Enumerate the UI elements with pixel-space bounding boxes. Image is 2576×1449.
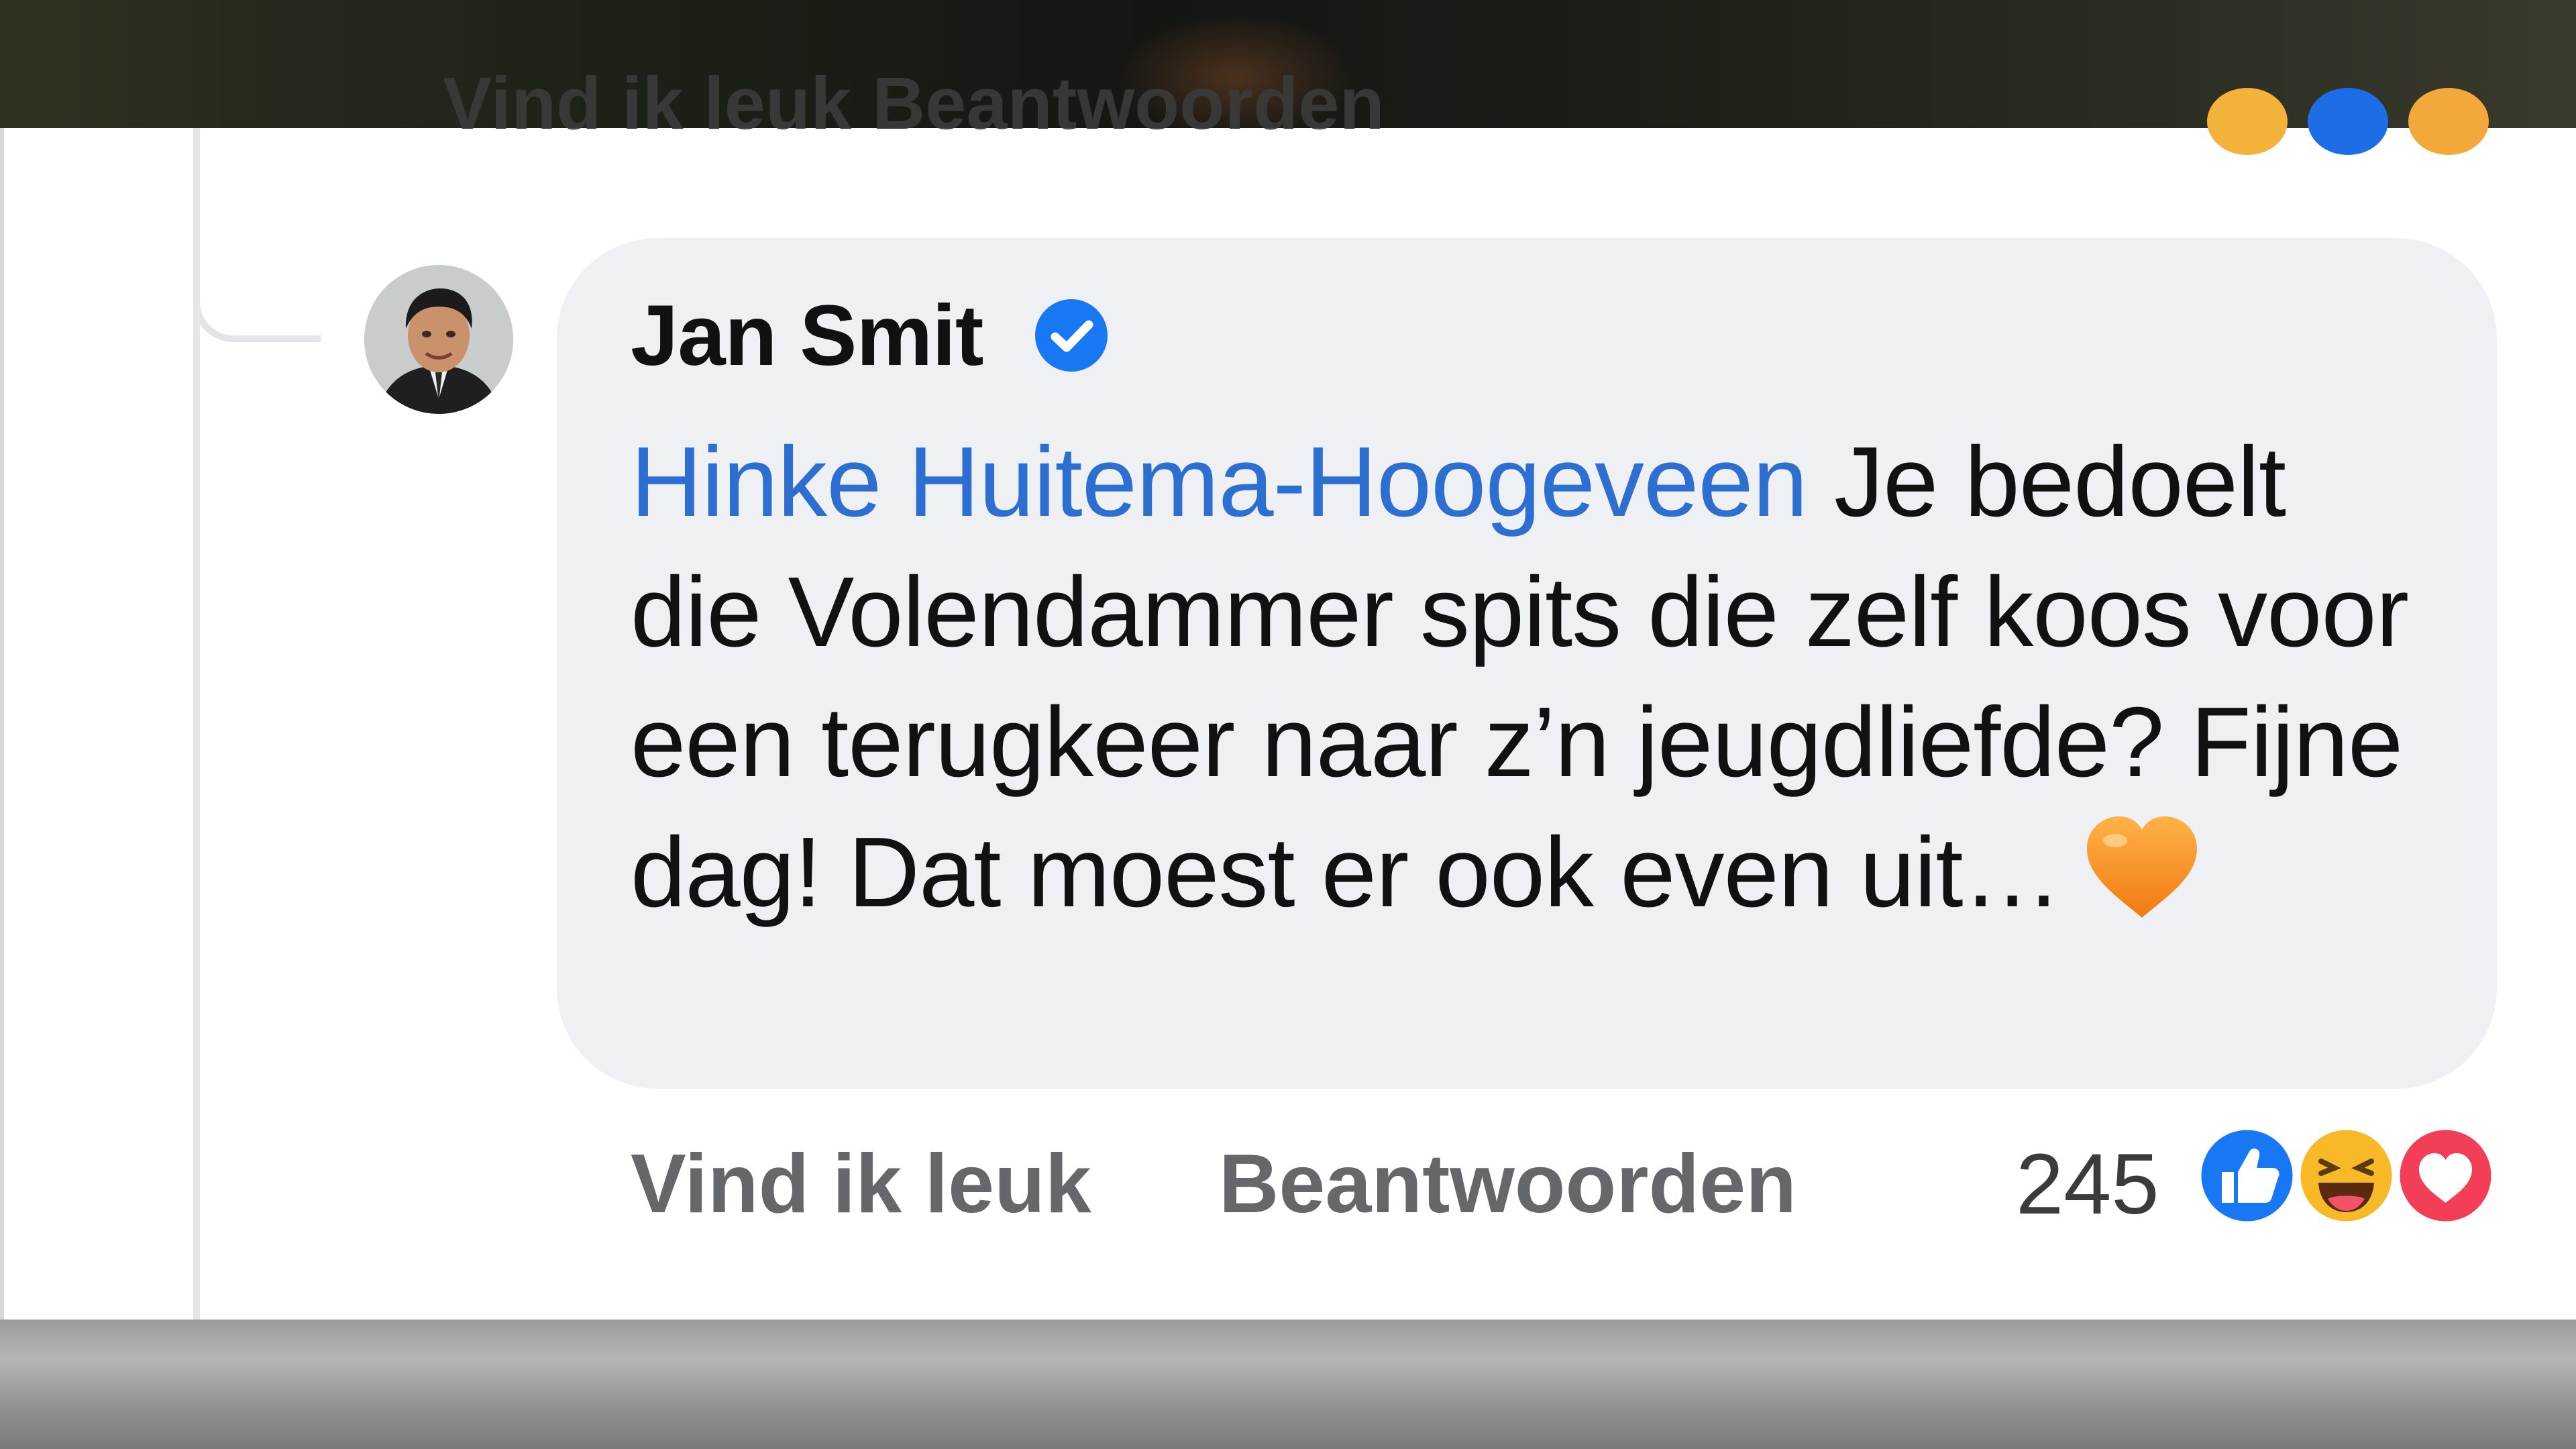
haha-icon xyxy=(2295,1124,2398,1227)
previous-comment-actions: Vind ik leuk Beantwoorden xyxy=(443,62,1385,145)
panel-left-border xyxy=(0,128,4,1320)
bottom-blurred-background xyxy=(0,1320,2576,1449)
avatar[interactable] xyxy=(364,265,513,414)
love-icon xyxy=(2394,1124,2497,1227)
screenshot-stage: Vind ik leuk Beantwoorden Jan Smit Hinke… xyxy=(0,0,2576,1449)
author-name[interactable]: Jan Smit xyxy=(631,286,983,385)
comment-header: Jan Smit xyxy=(631,285,1109,386)
comment-body: Hinke Huitema-Hoogeveen Je bedoelt die V… xyxy=(631,417,2442,938)
avatar-image xyxy=(364,265,513,414)
comment-actions: Vind ik leuk Beantwoorden xyxy=(631,1134,1796,1234)
previous-comment-reactions xyxy=(2207,88,2529,162)
reaction-count[interactable]: 245 xyxy=(2016,1134,2159,1234)
like-button[interactable]: Vind ik leuk xyxy=(631,1136,1091,1232)
mention-link[interactable]: Hinke Huitema-Hoogeveen xyxy=(631,427,1808,537)
thread-connector xyxy=(193,268,321,342)
reaction-summary[interactable] xyxy=(2195,1124,2504,1231)
orange-heart-icon xyxy=(2086,816,2197,918)
like-icon xyxy=(2196,1124,2298,1227)
reply-button[interactable]: Beantwoorden xyxy=(1219,1136,1796,1232)
verified-badge-icon xyxy=(1034,299,1108,372)
